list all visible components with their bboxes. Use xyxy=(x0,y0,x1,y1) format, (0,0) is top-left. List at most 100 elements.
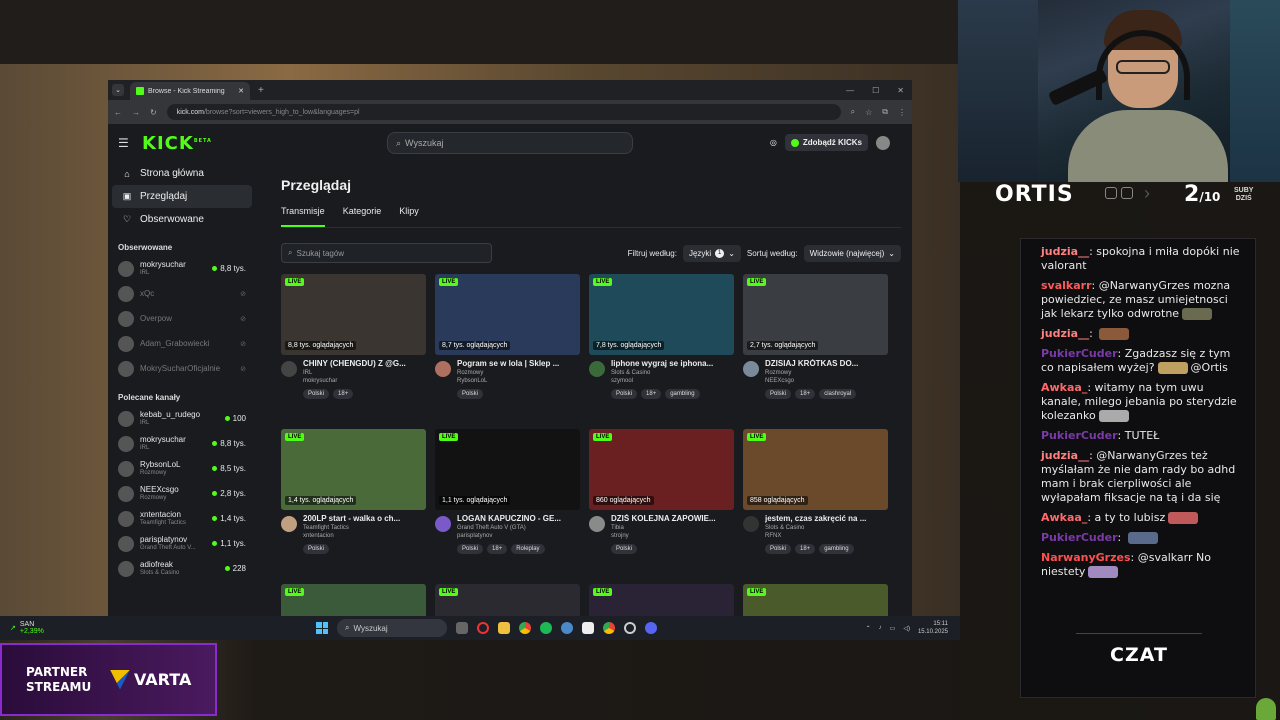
search-input[interactable]: ⌕ Wyszukaj xyxy=(387,132,633,154)
tab-clips[interactable]: Klipy xyxy=(399,206,419,227)
nav-following[interactable]: ♡ Obserwowane xyxy=(112,208,252,231)
stream-thumbnail[interactable]: LIVE xyxy=(589,584,734,616)
tag-chip[interactable]: Polski xyxy=(303,389,330,399)
stream-category[interactable]: Tibia xyxy=(611,525,734,531)
streamer-avatar[interactable] xyxy=(435,516,451,532)
tag-chip[interactable]: 18+ xyxy=(333,389,354,399)
chat-username[interactable]: Awkaa_ xyxy=(1041,381,1087,394)
forward-icon[interactable]: → xyxy=(132,108,140,117)
stream-thumbnail[interactable]: LIVE 8,8 tys. oglądających xyxy=(281,274,426,355)
stream-category[interactable]: Slots & Casino xyxy=(611,370,734,376)
streamer-avatar[interactable] xyxy=(281,516,297,532)
stream-channel[interactable]: RFNX xyxy=(765,533,888,539)
chat-username[interactable]: judzia__ xyxy=(1041,449,1089,462)
stream-title[interactable]: DZIŚ KOLEJNA ZAPOWIE... xyxy=(611,514,734,523)
followed-channel[interactable]: xQc ⊘ xyxy=(108,281,256,306)
streamer-avatar[interactable] xyxy=(743,361,759,377)
streamer-avatar[interactable] xyxy=(589,516,605,532)
nav-home[interactable]: ⌂ Strona główna xyxy=(112,162,252,185)
notion-icon[interactable] xyxy=(582,622,594,634)
user-avatar[interactable] xyxy=(876,135,890,150)
zoom-icon[interactable]: ⌕ xyxy=(851,107,855,117)
tag-chip[interactable]: Polski xyxy=(457,544,484,554)
stream-card[interactable]: LIVE 860 oglądających DZIŚ KOLEJNA ZAPOWIE… xyxy=(589,429,734,554)
recommended-channel[interactable]: RybsonLoL Rozmowy 8,5 tys. xyxy=(108,456,256,481)
folder-icon[interactable] xyxy=(498,622,510,634)
tag-chip[interactable]: Polski xyxy=(765,544,792,554)
stream-channel[interactable]: RybsonLoL xyxy=(457,378,580,384)
new-tab-button[interactable]: + xyxy=(258,85,264,96)
hamburger-menu-icon[interactable]: ☰ xyxy=(118,136,138,150)
taskbar-search[interactable]: ⌕ Wyszukaj xyxy=(337,619,447,637)
chat-username[interactable]: PukierCuder xyxy=(1041,531,1118,544)
mic-icon[interactable]: ♪ xyxy=(879,625,882,631)
network-icon[interactable]: ▭ xyxy=(890,625,896,632)
tag-chip[interactable]: Polski xyxy=(611,389,638,399)
tab-categories[interactable]: Kategorie xyxy=(343,206,382,227)
chat-username[interactable]: judzia__ xyxy=(1041,245,1089,258)
extensions-icon[interactable]: ⧉ xyxy=(882,107,888,117)
stream-card[interactable]: LIVE 8,7 tys. oglądających Pogram se w lol… xyxy=(435,274,580,399)
stream-category[interactable]: Rozmowy xyxy=(457,370,580,376)
maximize-icon[interactable]: ☐ xyxy=(872,86,879,95)
tab-streams[interactable]: Transmisje xyxy=(281,206,325,227)
clock[interactable]: 15:11 15.10.2025 xyxy=(918,620,948,636)
stream-title[interactable]: DZISIAJ KRÓTKAS DO... xyxy=(765,359,888,368)
nav-browse[interactable]: ▣ Przeglądaj xyxy=(112,185,252,208)
menu-dots-icon[interactable]: ⋮ xyxy=(898,108,906,117)
recommended-channel[interactable]: parisplatynov Grand Theft Auto V... 1,1 ty… xyxy=(108,531,256,556)
stream-title[interactable]: Pogram se w lola | Sklep ... xyxy=(457,359,580,368)
chat-username[interactable]: NarwanyGrzes xyxy=(1041,551,1131,564)
chat-username[interactable]: PukierCuder xyxy=(1041,429,1118,442)
obs-icon[interactable] xyxy=(624,622,636,634)
windows-start-icon[interactable] xyxy=(316,622,328,634)
stream-channel[interactable]: mokrysuchar xyxy=(303,378,426,384)
stream-thumbnail[interactable]: LIVE xyxy=(435,584,580,616)
tag-chip[interactable]: 18+ xyxy=(487,544,508,554)
discord-icon[interactable] xyxy=(645,622,657,634)
refresh-app-icon[interactable] xyxy=(561,622,573,634)
tray-chevron-icon[interactable]: ⌃ xyxy=(866,625,871,632)
stream-category[interactable]: Rozmowy xyxy=(765,370,888,376)
tag-chip[interactable]: Polski xyxy=(611,544,638,554)
kick-logo[interactable]: KICKBETA xyxy=(142,133,212,154)
tag-chip[interactable]: gambling xyxy=(819,544,854,554)
chat-username[interactable]: Awkaa_ xyxy=(1041,511,1087,524)
stream-title[interactable]: 200LP start - walka o ch... xyxy=(303,514,426,523)
sort-dropdown[interactable]: Widzowie (najwięcej) ⌄ xyxy=(803,244,901,262)
tag-chip[interactable]: 18+ xyxy=(795,544,816,554)
tag-chip[interactable]: clashroyal xyxy=(819,389,857,399)
tag-chip[interactable]: 18+ xyxy=(641,389,662,399)
close-window-icon[interactable]: ✕ xyxy=(897,86,904,95)
stream-title[interactable]: LOGAN KAPUCZINO - GE... xyxy=(457,514,580,523)
stream-card[interactable]: LIVE xyxy=(743,584,888,616)
streamer-avatar[interactable] xyxy=(743,516,759,532)
stream-thumbnail[interactable]: LIVE 7,8 tys. oglądających xyxy=(589,274,734,355)
tag-chip[interactable]: Polski xyxy=(457,389,484,399)
stream-thumbnail[interactable]: LIVE 1,1 tys. oglądających xyxy=(435,429,580,510)
followed-channel[interactable]: Adam_Grabowiecki ⊘ xyxy=(108,331,256,356)
tag-chip[interactable]: Polski xyxy=(765,389,792,399)
recommended-channel[interactable]: NEEXcsgo Rozmowy 2,8 tys. xyxy=(108,481,256,506)
stream-card[interactable]: LIVE 2,7 tys. oglądających DZISIAJ KRÓTKAS… xyxy=(743,274,888,399)
stream-thumbnail[interactable]: LIVE xyxy=(743,584,888,616)
stream-card[interactable]: LIVE xyxy=(589,584,734,616)
followed-channel[interactable]: Overpow ⊘ xyxy=(108,306,256,331)
chat-username[interactable]: svalkarr xyxy=(1041,279,1092,292)
stream-thumbnail[interactable]: LIVE 858 oglądających xyxy=(743,429,888,510)
chrome-icon[interactable] xyxy=(519,622,531,634)
get-kicks-button[interactable]: Zdobądź KICKs xyxy=(784,134,868,151)
streamer-avatar[interactable] xyxy=(281,361,297,377)
back-icon[interactable]: ← xyxy=(114,108,122,117)
recommended-channel[interactable]: adiofreak Slots & Casino 228 xyxy=(108,556,256,581)
stream-thumbnail[interactable]: LIVE 860 oglądających xyxy=(589,429,734,510)
stream-card[interactable]: LIVE xyxy=(435,584,580,616)
stream-channel[interactable]: NEEXcsgo xyxy=(765,378,888,384)
chrome-profile-icon[interactable] xyxy=(603,622,615,634)
spotify-icon[interactable] xyxy=(540,622,552,634)
recommended-channel[interactable]: kebab_u_rudego IRL 100 xyxy=(108,406,256,431)
close-tab-icon[interactable]: ✕ xyxy=(238,87,244,95)
stream-channel[interactable]: parisplatynov xyxy=(457,533,580,539)
streamer-avatar[interactable] xyxy=(589,361,605,377)
stream-category[interactable]: Teamfight Tactics xyxy=(303,525,426,531)
